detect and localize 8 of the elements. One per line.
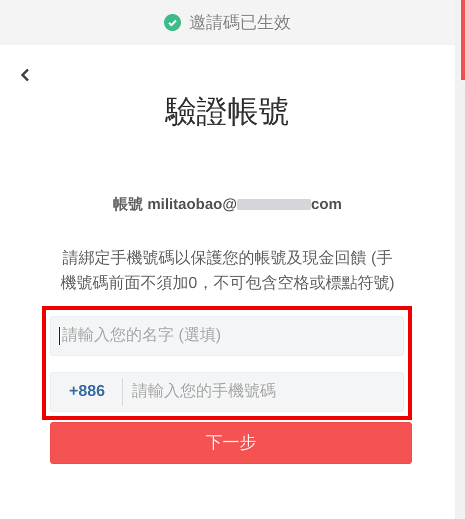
instructions-text: 請綁定手機號碼以保護您的帳號及現金回饋 (手機號碼前面不須加0，不可包含空格或標點符號) [59,248,396,294]
banner-message: 邀請碼已生效 [189,12,291,34]
name-field[interactable]: 請輸入您的名字 (選填) [50,316,404,356]
page-title: 驗證帳號 [166,93,290,131]
text-cursor [59,327,60,345]
check-circle-icon [164,14,181,31]
next-button[interactable]: 下一步 [50,422,412,464]
account-line: 帳號 militaobao@ com [112,194,343,214]
